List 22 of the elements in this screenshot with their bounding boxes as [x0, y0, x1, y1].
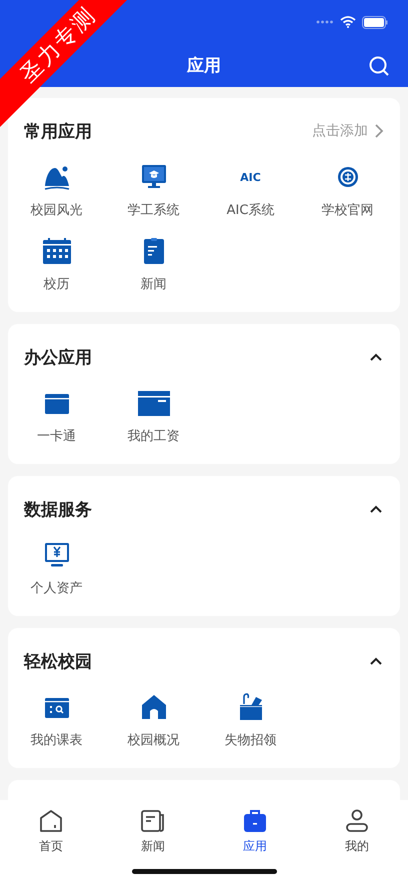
tab[interactable]: 我的: [306, 800, 408, 856]
app-shortcut[interactable]: 学工系统: [105, 162, 202, 238]
app-shortcut[interactable]: 新闻: [105, 236, 202, 312]
app-shortcut[interactable]: 我的课表: [8, 692, 105, 768]
app-shortcut[interactable]: 失物招领: [202, 692, 299, 768]
app-shortcut[interactable]: 一卡通: [8, 388, 105, 464]
app-shortcut[interactable]: 校园概况: [105, 692, 202, 768]
aic-logo-icon: AIC: [240, 170, 261, 184]
section-title: 轻松校园: [24, 650, 92, 672]
app-shortcut[interactable]: 个人资产: [8, 540, 105, 616]
page-title: 应用: [187, 55, 221, 77]
app-shortcut[interactable]: 校历: [8, 236, 105, 312]
app-shortcut[interactable]: 学校官网: [299, 162, 396, 238]
app-shortcut[interactable]: AIC AIC系统: [202, 162, 299, 238]
app-shortcut[interactable]: 校园风光: [8, 162, 105, 238]
section-title: 常用应用: [24, 120, 92, 142]
tab[interactable]: 新闻: [102, 800, 204, 856]
tab[interactable]: 首页: [0, 800, 102, 856]
app-shortcut[interactable]: 我的工资: [105, 388, 202, 464]
tab[interactable]: 应用: [204, 800, 306, 856]
section-title: 办公应用: [24, 346, 92, 368]
section-title: 数据服务: [24, 498, 92, 520]
